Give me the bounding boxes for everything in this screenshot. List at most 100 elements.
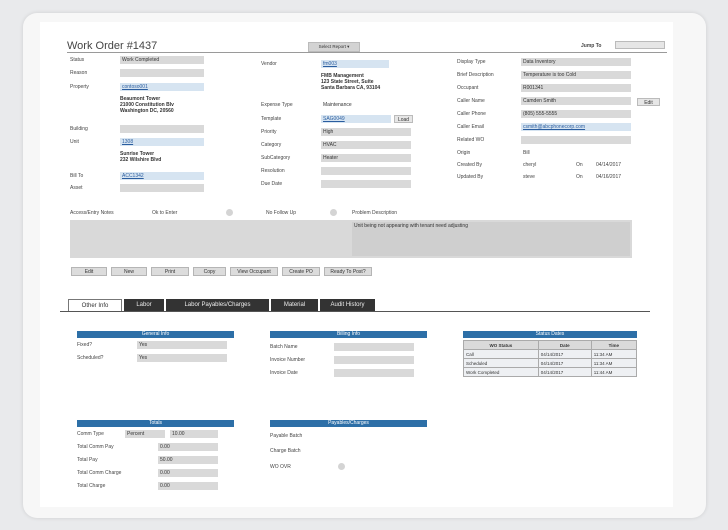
- tab-other-info[interactable]: Other Info: [68, 299, 122, 311]
- wo-ovr-checkbox[interactable]: [338, 463, 345, 470]
- no-follow-up-label: No Follow Up: [266, 210, 297, 216]
- tab-audit-history[interactable]: Audit History: [320, 299, 375, 311]
- payables-charges-header: Payables/Charges: [270, 420, 427, 427]
- ok-to-enter-checkbox[interactable]: [226, 209, 233, 216]
- tab-material[interactable]: Material: [271, 299, 318, 311]
- category-field[interactable]: HVAC: [321, 141, 411, 149]
- cell: 04/14/2017: [537, 367, 592, 377]
- reason-field[interactable]: [120, 69, 204, 77]
- select-report-dropdown[interactable]: Select Report ▾: [308, 42, 360, 52]
- reason-label: Reason: [70, 70, 88, 76]
- cell: 11:34 AM: [590, 358, 638, 368]
- fixed-field[interactable]: Yes: [137, 341, 227, 349]
- total-comm-charge-field: 0.00: [158, 469, 218, 477]
- updated-on-label: On: [576, 174, 583, 180]
- problem-description-label: Problem Description: [352, 210, 398, 216]
- problem-description-textarea[interactable]: Unit being not appearing with tenant nee…: [352, 222, 630, 256]
- brief-description-field[interactable]: Temperature is too Cold: [521, 71, 631, 79]
- column-header: Time: [590, 340, 638, 350]
- payable-batch-label: Payable Batch: [270, 433, 303, 439]
- invoice-date-field[interactable]: [334, 369, 414, 377]
- ready-to-post-button[interactable]: Ready To Post?: [324, 267, 372, 276]
- column-header: WO Status: [463, 340, 539, 350]
- new-button[interactable]: New: [111, 267, 147, 276]
- invoice-number-field[interactable]: [334, 356, 414, 364]
- display-type-field[interactable]: Data Inventory: [521, 58, 631, 66]
- updated-on-value: 04/16/2017: [596, 174, 622, 180]
- building-field[interactable]: [120, 125, 204, 133]
- totals-header: Totals: [77, 420, 234, 427]
- expense-type-label: Expense Type: [261, 102, 293, 108]
- asset-field[interactable]: [120, 184, 204, 192]
- vendor-link[interactable]: fm003: [321, 60, 389, 68]
- access-notes-label: Access/Entry Notes: [70, 210, 114, 216]
- bill-to-link[interactable]: ACC1342: [120, 172, 204, 180]
- fixed-label: Fixed?: [77, 342, 93, 348]
- table-row: Call 04/14/2017 11:34 AM: [463, 349, 638, 359]
- view-occupant-button[interactable]: View Occupant: [230, 267, 278, 276]
- billing-info-header: Billing Info: [270, 331, 427, 338]
- edit-button[interactable]: Edit: [71, 267, 107, 276]
- jump-to-input[interactable]: [615, 41, 665, 49]
- created-by-label: Created By: [457, 162, 483, 168]
- status-dates-header: Status Dates: [463, 331, 637, 338]
- print-button[interactable]: Print: [151, 267, 189, 276]
- cell: 04/14/2017: [537, 358, 592, 368]
- expense-type-value: Maintenance: [323, 102, 352, 108]
- comm-type-field[interactable]: Percent: [125, 430, 165, 438]
- cell: 04/14/2017: [537, 349, 592, 359]
- resolution-field[interactable]: [321, 167, 411, 175]
- created-by-value: cheryl: [523, 162, 537, 168]
- created-on-value: 04/14/2017: [596, 162, 622, 168]
- property-label: Property: [70, 84, 89, 90]
- vendor-address: FMB Management 123 State Street, Suite San…: [321, 73, 381, 91]
- load-button[interactable]: Load: [394, 115, 413, 123]
- comm-type-amount[interactable]: 10.00: [170, 430, 218, 438]
- caller-email-link[interactable]: csmith@abcphonecorp.com: [521, 123, 631, 131]
- batch-name-field[interactable]: [334, 343, 414, 351]
- unit-address: Sunrise Tower 232 Wilshire Blvd: [120, 151, 162, 163]
- due-date-field[interactable]: [321, 180, 411, 188]
- origin-value: Bill: [523, 150, 530, 156]
- batch-name-label: Batch Name: [270, 344, 298, 350]
- page-title: Work Order #1437: [67, 40, 158, 52]
- total-comm-charge-label: Total Comm Charge: [77, 470, 122, 476]
- status-field[interactable]: Work Completed: [120, 56, 204, 64]
- tab-labor[interactable]: Labor: [124, 299, 164, 311]
- template-label: Template: [261, 116, 282, 122]
- related-wo-field[interactable]: [521, 136, 631, 144]
- jump-to-label: Jump To: [581, 43, 602, 49]
- asset-label: Asset: [70, 185, 83, 191]
- scheduled-field[interactable]: Yes: [137, 354, 227, 362]
- occupant-field[interactable]: R001341: [521, 84, 631, 92]
- no-follow-up-checkbox[interactable]: [330, 209, 337, 216]
- updated-by-label: Updated By: [457, 174, 484, 180]
- property-link[interactable]: contoso001: [120, 83, 204, 91]
- updated-by-value: steve: [523, 174, 535, 180]
- total-comm-pay-label: Total Comm Pay: [77, 444, 114, 450]
- brief-description-label: Brief Description: [457, 72, 494, 78]
- building-label: Building: [70, 126, 88, 132]
- invoice-number-label: Invoice Number: [270, 357, 306, 363]
- display-type-label: Display Type: [457, 59, 486, 65]
- caller-name-field[interactable]: Camden Smith: [521, 97, 631, 105]
- app-window: Work Order #1437 Select Report ▾ Jump To…: [40, 22, 673, 507]
- due-date-label: Due Date: [261, 181, 283, 187]
- template-link[interactable]: SAG0049: [321, 115, 391, 123]
- tab-labor-payables-charges[interactable]: Labor Payables/Charges: [166, 299, 269, 311]
- priority-label: Priority: [261, 129, 277, 135]
- edit-caller-button[interactable]: Edit: [637, 98, 660, 106]
- copy-button[interactable]: Copy: [193, 267, 226, 276]
- create-po-button[interactable]: Create PO: [282, 267, 320, 276]
- subcategory-field[interactable]: Heater: [321, 154, 411, 162]
- unit-link[interactable]: 1308: [120, 138, 204, 146]
- unit-label: Unit: [70, 139, 79, 145]
- priority-field[interactable]: High: [321, 128, 411, 136]
- total-charge-label: Total Charge: [77, 483, 106, 489]
- vendor-label: Vendor: [261, 61, 277, 67]
- caller-phone-field[interactable]: (805) 555-5555: [521, 110, 631, 118]
- caller-phone-label: Caller Phone: [457, 111, 486, 117]
- cell: 11:44 AM: [590, 367, 638, 377]
- status-label: Status: [70, 57, 85, 63]
- wo-ovr-label: WO OVR: [270, 464, 291, 470]
